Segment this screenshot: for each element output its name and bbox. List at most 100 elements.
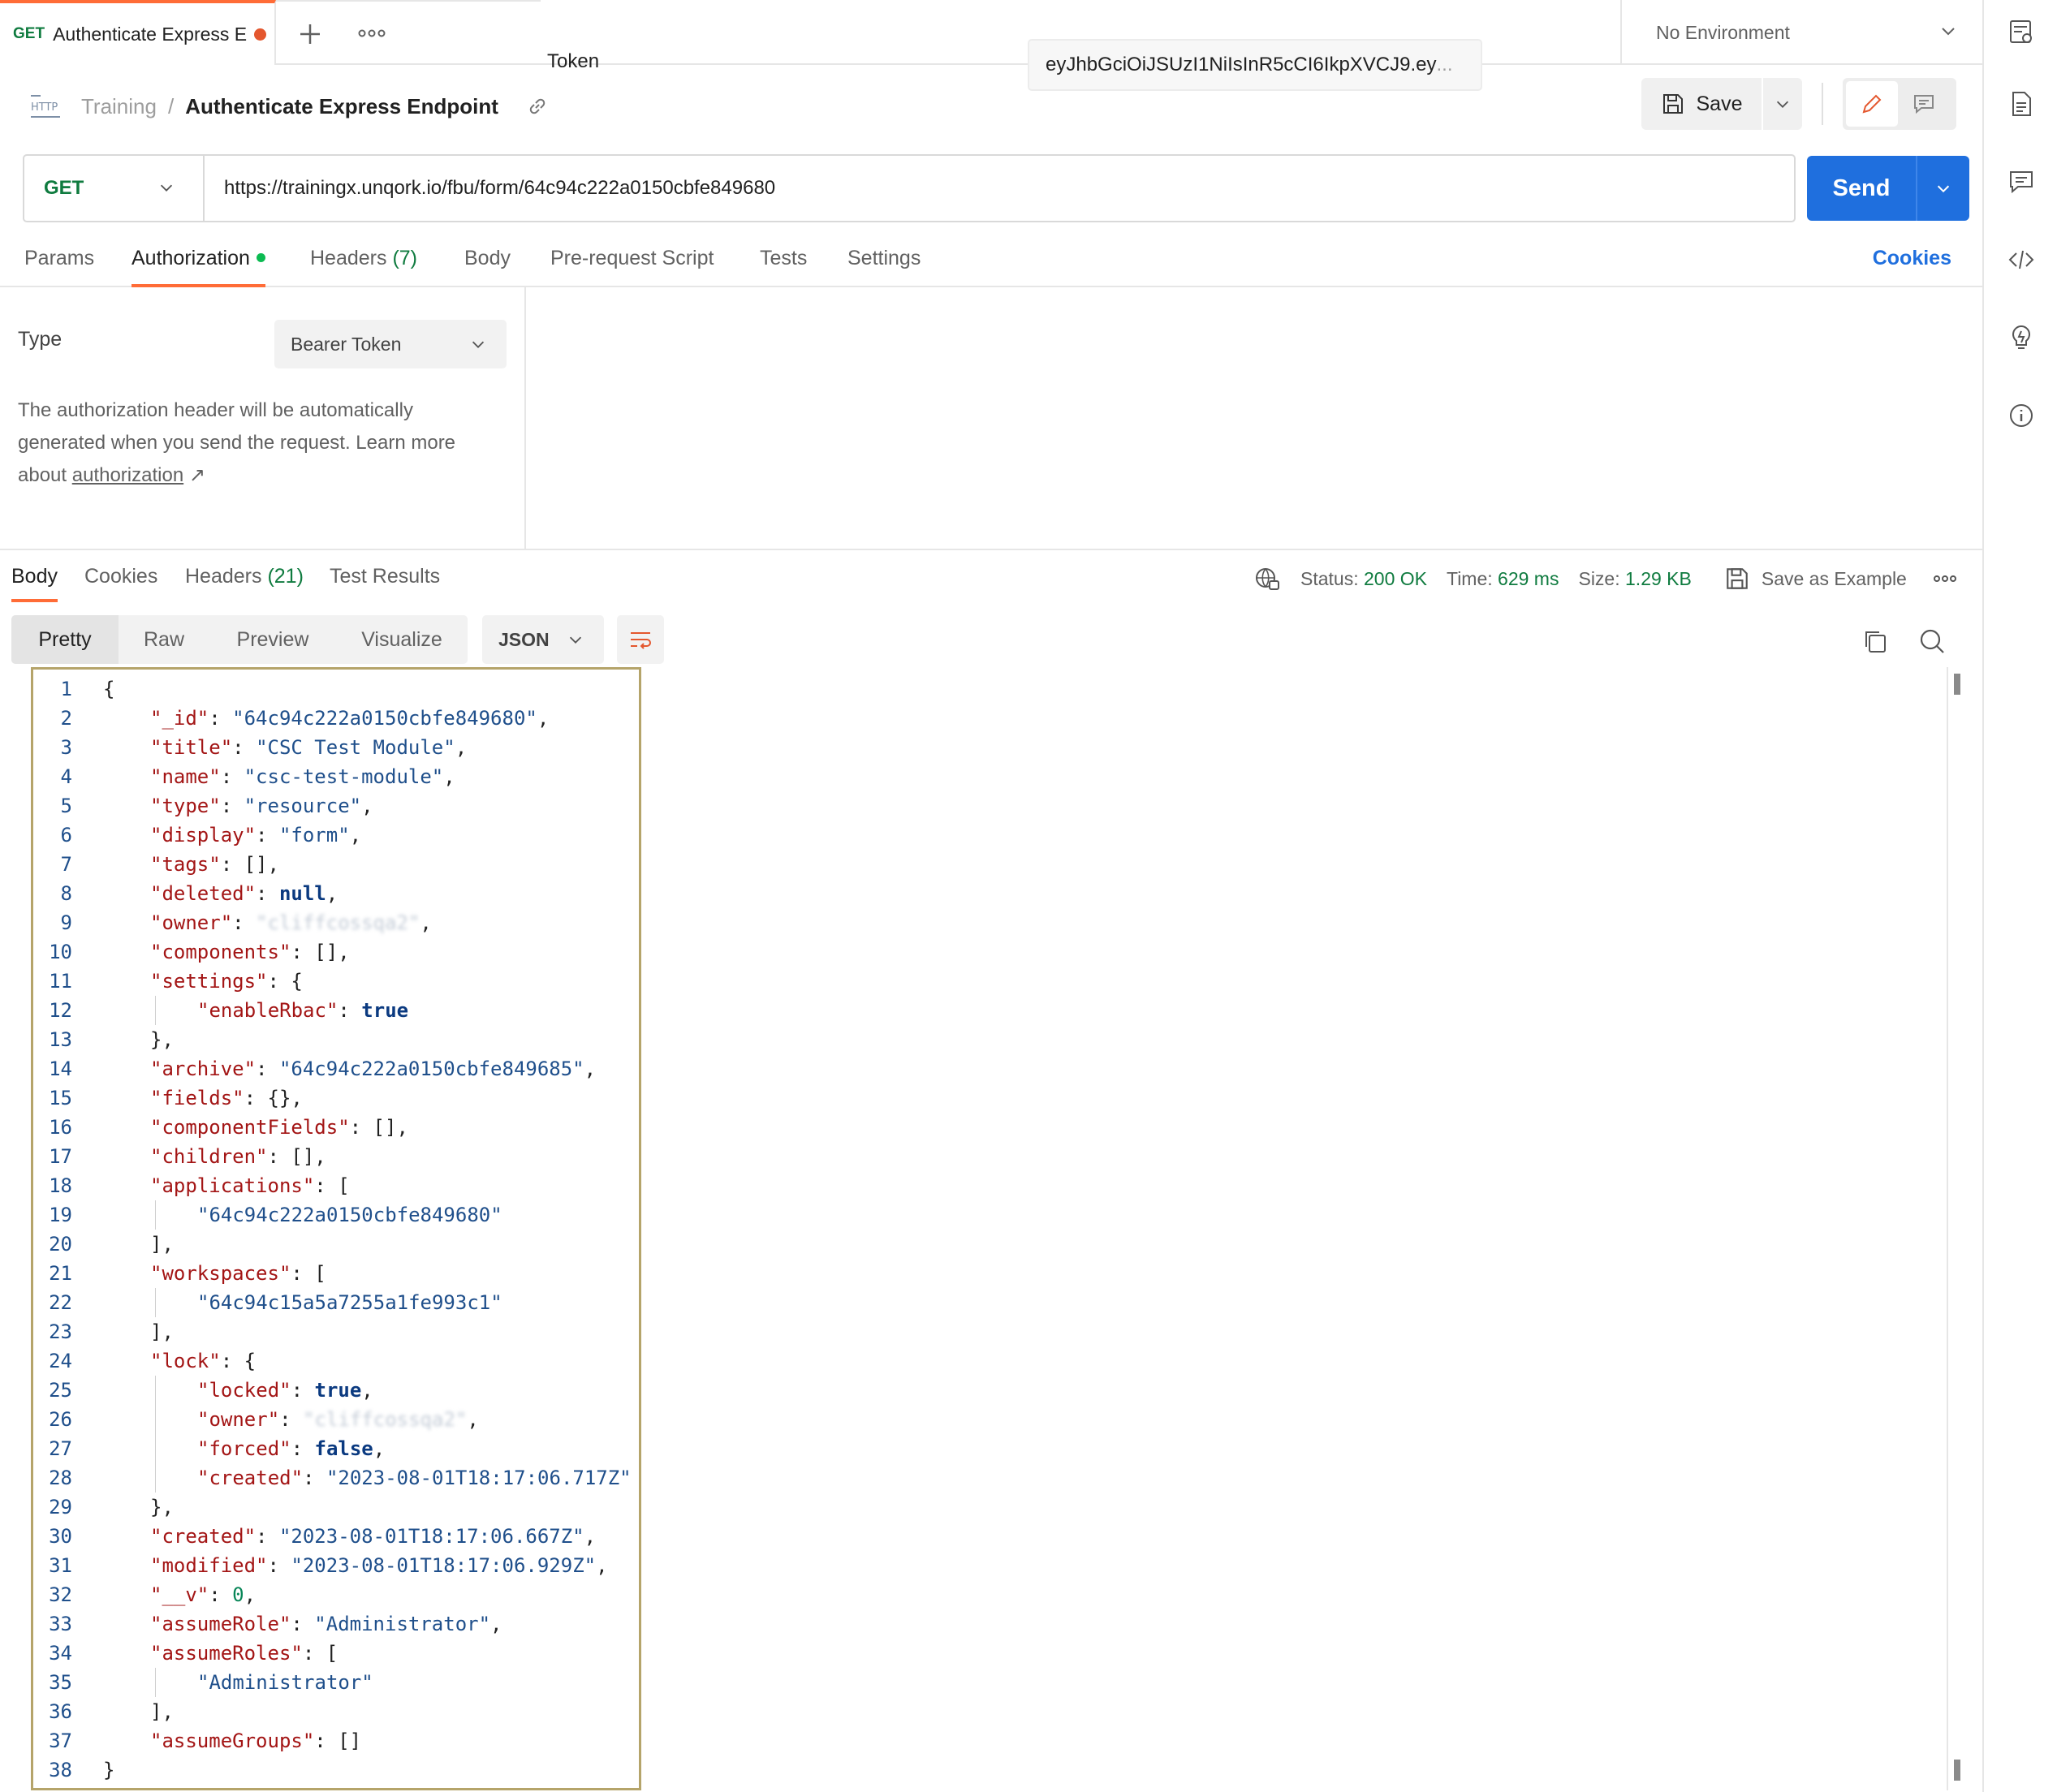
code-line: 33 "assumeRole": "Administrator", [33,1609,639,1639]
format-preview[interactable]: Preview [209,615,336,664]
code-token: , [361,1379,373,1402]
indent-guide [155,1668,156,1697]
line-number: 32 [49,1583,72,1606]
format-visualize[interactable]: Visualize [336,615,468,664]
code-token: "title" [150,736,233,759]
indent-guide [155,1434,156,1463]
editor-scrollbar-track[interactable] [1947,667,1948,1790]
code-text: ], [150,1697,174,1726]
tab-body[interactable]: Body [464,247,511,287]
editor-scrollbar-thumb[interactable] [1954,674,1960,695]
response-tab-body[interactable]: Body [11,565,58,602]
code-token: "archive" [150,1058,257,1080]
send-dropdown-button[interactable] [1917,156,1969,221]
pencil-icon [1862,94,1882,114]
response-tab-headers[interactable]: Headers (21) [185,565,304,602]
code-token: : [256,824,279,846]
code-token: "__v" [150,1583,209,1606]
code-line: 19 "64c94c222a0150cbfe849680" [33,1200,639,1230]
http-method-select[interactable]: GET [24,156,205,221]
code-text: "title": "CSC Test Module", [150,733,467,762]
code-text: "componentFields": [], [150,1113,408,1142]
line-number: 9 [60,911,72,934]
code-text: "lock": { [150,1346,256,1376]
time-value[interactable]: 629 ms [1498,568,1559,590]
response-tab-cookies[interactable]: Cookies [84,565,157,602]
size-label: Size: [1578,567,1620,589]
auth-type-select[interactable]: Bearer Token [274,320,507,368]
line-number: 34 [49,1642,72,1665]
comment-mode-button[interactable] [1898,81,1950,127]
search-icon[interactable] [1917,627,1947,656]
time-label: Time: [1447,567,1493,589]
active-indicator-dot-icon [256,252,265,262]
auth-description: The authorization header will be automat… [18,394,505,492]
request-tab-method: GET [13,25,45,42]
editor-scrollbar-thumb-bottom[interactable] [1954,1760,1960,1781]
code-text: "fields": {}, [150,1083,303,1113]
more-horizontal-icon[interactable] [354,21,390,45]
size-value[interactable]: 1.29 KB [1625,568,1692,590]
token-input[interactable]: eyJhbGciOiJSUzI1NiIsInR5cCI6IkpXVCJ9.ey.… [1028,39,1482,91]
code-token: "64c94c222a0150cbfe849685" [278,1058,584,1080]
code-icon[interactable] [2007,245,2036,274]
code-token: : [279,1408,304,1431]
tab-pre-request-script[interactable]: Pre-request Script [550,247,714,287]
save-button[interactable]: Save [1641,78,1763,130]
code-line: 22 "64c94c15a5a7255a1fe993c1" [33,1288,639,1317]
more-horizontal-icon[interactable] [1931,565,1959,592]
plus-icon[interactable] [292,16,328,52]
save-icon [1662,94,1683,114]
info-icon[interactable] [2007,401,2036,430]
breadcrumb-collection[interactable]: Training [81,94,157,119]
code-text: }, [150,1025,174,1054]
send-button[interactable]: Send [1807,156,1917,221]
request-tab[interactable]: GET Authenticate Express E [0,0,276,65]
save-as-example-button[interactable]: Save as Example [1762,568,1907,590]
response-tab-test-results[interactable]: Test Results [330,565,440,602]
environment-quick-look-icon[interactable] [2007,18,2036,47]
format-pretty[interactable]: Pretty [11,615,119,664]
response-body-editor[interactable]: 1{2 "_id": "64c94c222a0150cbfe849680", 3 "t… [31,667,641,1790]
save-dropdown-button[interactable] [1763,78,1802,130]
token-label: Token [547,50,600,72]
wrap-lines-button[interactable] [617,615,664,664]
line-number: 12 [49,999,72,1022]
status-value[interactable]: 200 OK [1364,568,1427,590]
code-token: "created" [150,1525,257,1548]
edit-mode-button[interactable] [1846,81,1898,127]
code-token: "Administrator" [314,1613,491,1635]
language-select[interactable]: JSON [482,615,604,664]
cookies-link[interactable]: Cookies [1873,247,1951,270]
breadcrumb-request-name[interactable]: Authenticate Express Endpoint [185,94,498,119]
tab-params[interactable]: Params [24,247,94,287]
tab-authorization[interactable]: Authorization [132,247,265,287]
environment-select[interactable]: No Environment [1620,0,1982,65]
globe-network-icon[interactable] [1253,565,1281,592]
comments-icon[interactable] [2007,167,2036,196]
authorization-learn-more-link[interactable]: authorization [72,464,183,486]
code-token: "display" [150,824,257,846]
line-number: 27 [49,1437,72,1460]
tab-count: (7) [392,247,418,269]
format-raw[interactable]: Raw [119,615,209,664]
code-token: "fields" [150,1087,244,1109]
code-line: 21 "workspaces": [ [33,1259,639,1288]
url-input[interactable] [205,156,1794,221]
link-icon[interactable] [526,95,549,118]
code-token: "csc-test-module" [244,765,444,788]
line-number: 3 [60,736,72,759]
line-number: 21 [49,1262,72,1285]
copy-icon[interactable] [1861,627,1890,656]
chevron-down-icon [472,341,485,348]
code-line: 28 "created": "2023-08-01T18:17:06.717Z" [33,1463,639,1493]
request-tabs: Params Authorization Headers (7) Body Pr… [0,239,1982,287]
tab-settings[interactable]: Settings [847,247,921,287]
breadcrumb-separator: / [167,93,175,118]
code-token: : [ [302,1642,339,1665]
documentation-icon[interactable] [2007,89,2036,118]
tab-headers[interactable]: Headers (7) [310,247,417,287]
lightbulb-icon[interactable] [2007,323,2036,352]
tab-tests[interactable]: Tests [760,247,807,287]
code-text: }, [150,1493,174,1522]
